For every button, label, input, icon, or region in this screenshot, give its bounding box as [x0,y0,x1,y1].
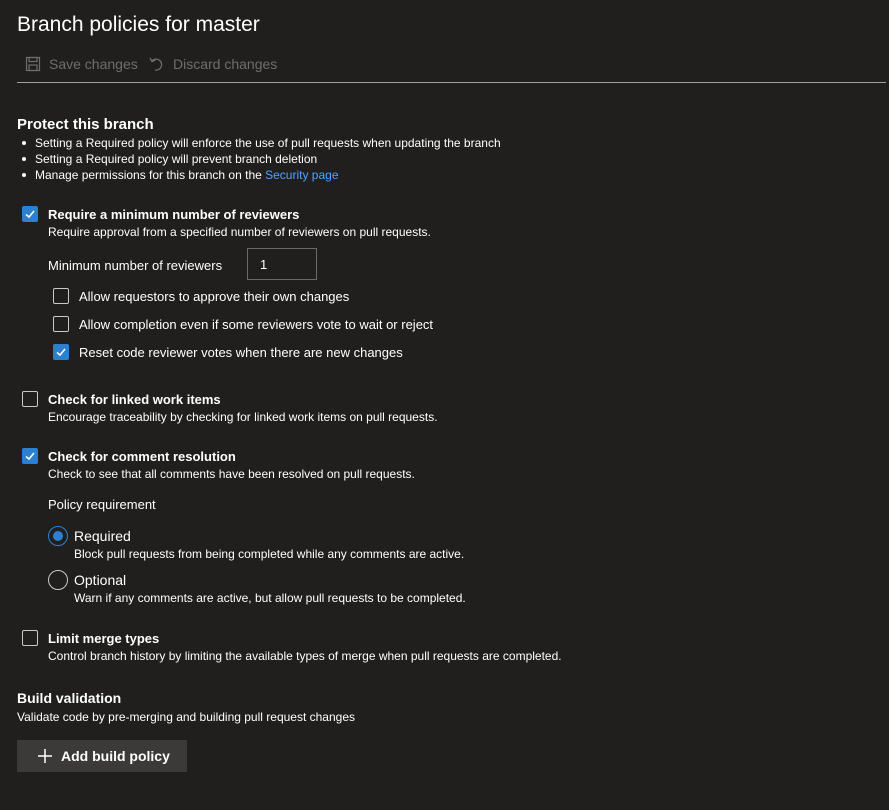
allow-self-approve-label: Allow requestors to approve their own ch… [79,289,350,304]
discard-label: Discard changes [173,56,278,72]
policy-requirement-label: Policy requirement [48,497,156,512]
protect-bullets: Setting a Required policy will enforce t… [20,135,501,183]
bullet-item: Setting a Required policy will prevent b… [20,151,501,167]
optional-title: Optional [74,572,127,588]
check-icon [56,348,66,357]
reviewers-desc: Require approval from a specified number… [48,225,431,239]
save-label: Save changes [49,56,138,72]
radio-dot [53,531,63,541]
linked-work-items-title: Check for linked work items [48,392,221,407]
page-title: Branch policies for master [17,13,260,36]
discard-button[interactable]: Discard changes [149,56,277,72]
limit-merge-types-desc: Control branch history by limiting the a… [48,649,562,663]
required-radio[interactable] [48,526,68,546]
min-reviewers-label: Minimum number of reviewers [48,258,223,273]
comment-resolution-title: Check for comment resolution [48,449,236,464]
reset-votes-label: Reset code reviewer votes when there are… [79,345,403,360]
linked-work-items-checkbox[interactable] [22,391,38,407]
allow-completion-label: Allow completion even if some reviewers … [79,317,434,332]
add-build-policy-label: Add build policy [61,748,170,764]
add-build-policy-button[interactable]: Add build policy [17,740,187,772]
limit-merge-types-checkbox[interactable] [22,630,38,646]
linked-work-items-desc: Encourage traceability by checking for l… [48,410,438,424]
check-icon [25,210,35,219]
undo-icon [149,57,163,71]
optional-radio[interactable] [48,570,68,590]
toolbar-divider [17,82,886,83]
reviewers-checkbox[interactable] [22,206,38,222]
allow-self-approve-checkbox[interactable] [53,288,69,304]
optional-desc: Warn if any comments are active, but all… [74,591,466,605]
allow-completion-checkbox[interactable] [53,316,69,332]
security-page-link[interactable]: Security page [265,168,338,182]
build-validation-heading: Build validation [17,690,122,706]
check-icon [25,452,35,461]
plus-icon [38,749,52,763]
protect-heading: Protect this branch [17,116,154,133]
bullet-text: Manage permissions for this branch on th… [35,168,266,182]
reviewers-title: Require a minimum number of reviewers [48,207,300,222]
required-desc: Block pull requests from being completed… [74,547,465,561]
comment-resolution-checkbox[interactable] [22,448,38,464]
reset-votes-checkbox[interactable] [53,344,69,360]
comment-resolution-desc: Check to see that all comments have been… [48,467,415,481]
bullet-item: Setting a Required policy will enforce t… [20,135,501,151]
save-button[interactable]: Save changes [25,56,138,72]
bullet-item: Manage permissions for this branch on th… [20,167,501,183]
build-validation-desc: Validate code by pre-merging and buildin… [17,710,355,724]
required-title: Required [74,528,131,544]
min-reviewers-input[interactable]: 1 [247,248,317,280]
limit-merge-types-title: Limit merge types [48,631,160,646]
save-icon [25,56,41,72]
